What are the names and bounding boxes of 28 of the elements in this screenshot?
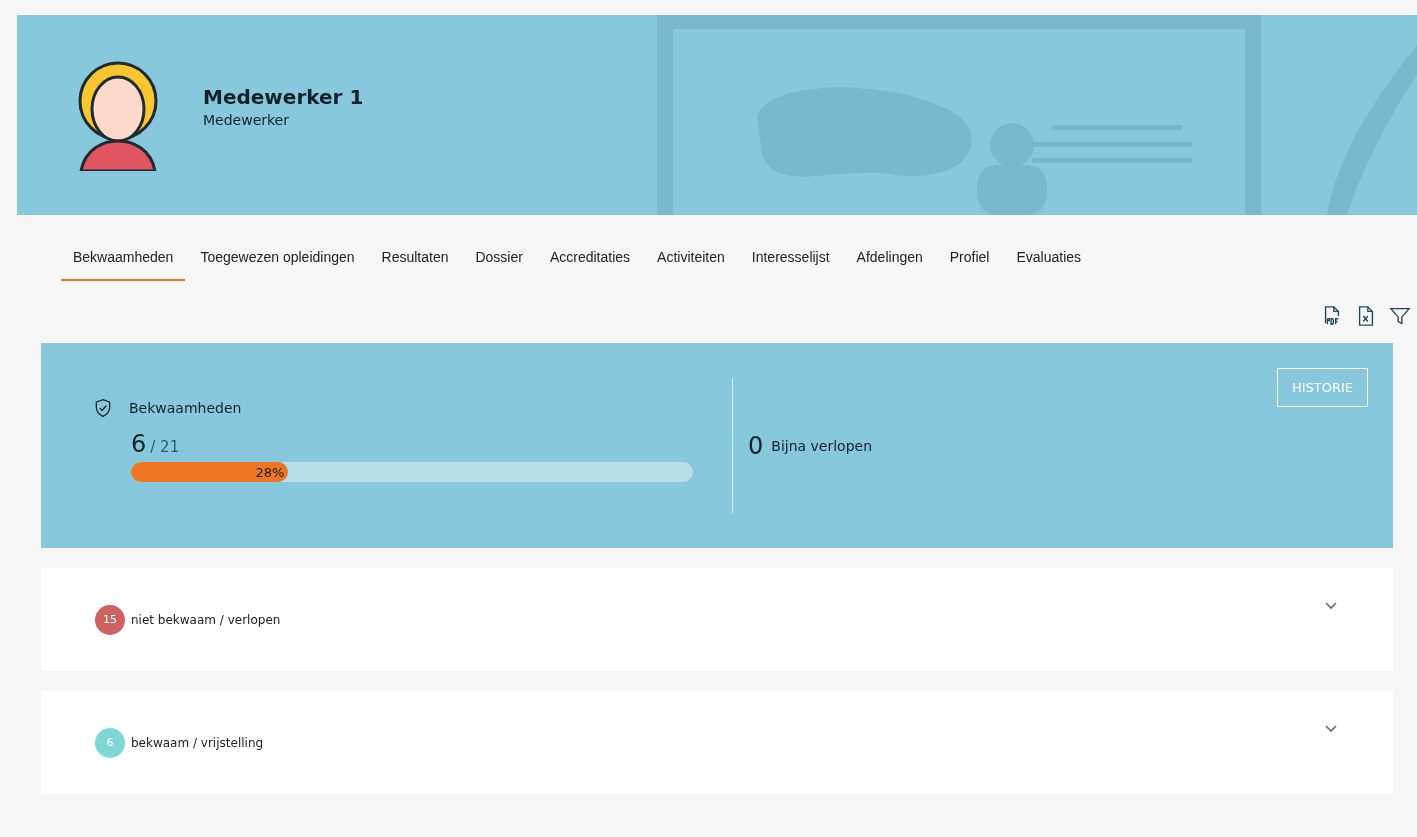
employee-role: Medewerker [203, 111, 290, 128]
chevron-icon[interactable] [1325, 725, 1337, 733]
tab[interactable]: Evaluaties [1016, 249, 1082, 281]
tab[interactable]: Afdelingen [856, 249, 923, 281]
count-badge: 6 [95, 727, 125, 758]
achieved-count: 6 [131, 430, 147, 458]
count-badge: 15 [95, 604, 125, 635]
expiring-label: Bijna verlopen [771, 437, 873, 454]
tab[interactable]: Activiteiten [657, 249, 725, 281]
progress-percent: 28% [255, 464, 285, 480]
tab[interactable]: Accreditaties [549, 249, 631, 281]
tab[interactable]: Resultaten [381, 249, 449, 281]
shield-check-icon [93, 398, 113, 418]
tab[interactable]: Interesselijst [751, 249, 830, 281]
group-label: bekwaam / vrijstelling [131, 735, 264, 750]
summary-title: Bekwaamheden [129, 400, 242, 416]
accordion-panel[interactable]: 15 niet bekwaam / verlopen [41, 568, 1393, 671]
tab[interactable]: Bekwaamheden [61, 249, 186, 281]
total-count: / 21 [150, 438, 180, 456]
employee-name: Medewerker 1 [203, 84, 364, 109]
chevron-icon[interactable] [1325, 602, 1337, 610]
tab[interactable]: Dossier [475, 249, 523, 281]
group-label: niet bekwaam / verlopen [131, 612, 281, 627]
tab[interactable]: Toegewezen opleidingen [200, 249, 355, 281]
expiring-count: 0 [748, 431, 764, 460]
filter-icon[interactable] [1389, 305, 1411, 327]
accordion-panel[interactable]: 6 bekwaam / vrijstelling [41, 691, 1393, 794]
tab[interactable]: Profiel [949, 249, 990, 281]
